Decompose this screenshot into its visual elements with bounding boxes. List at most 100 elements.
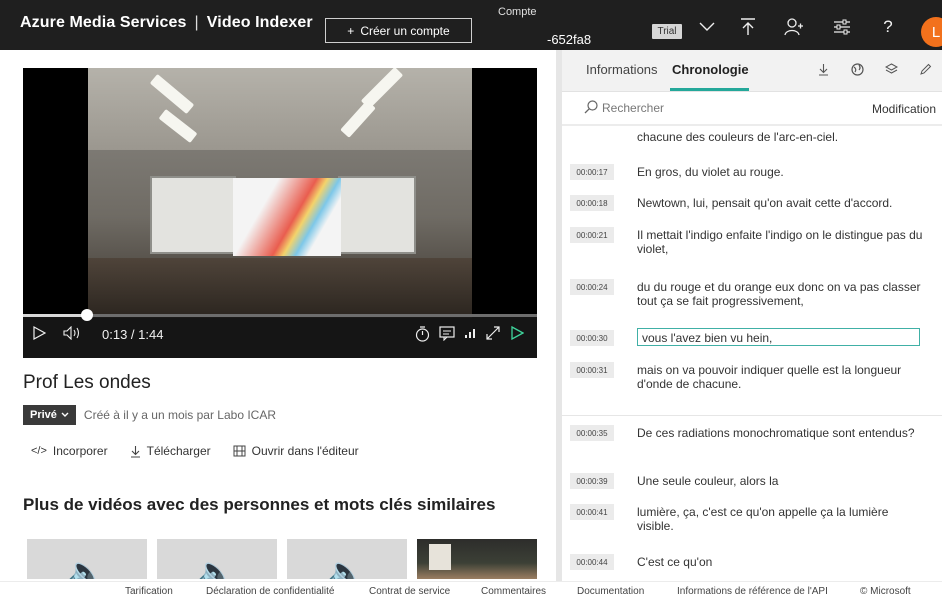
related-heading: Plus de vidéos avec des personnes et mot… (23, 495, 496, 514)
transcript-search-input[interactable] (602, 97, 762, 119)
download-label: Télécharger (146, 444, 211, 458)
footer-copyright: © Microsoft (860, 586, 911, 597)
embed-button[interactable]: </> Incorporer (31, 444, 108, 458)
audio-icon: 🔈 (327, 556, 365, 579)
footer: Tarification Déclaration de confidential… (0, 581, 942, 601)
search-icon (584, 100, 598, 117)
embed-label: Incorporer (52, 444, 108, 458)
transcript-text[interactable]: Une seule couleur, alors la (637, 474, 927, 488)
transcript-list: chacune des couleurs de l'arc-en-ciel. 0… (562, 124, 942, 581)
footer-link-terms[interactable]: Contrat de service (369, 586, 450, 597)
account-id: -652fa8 (547, 32, 592, 47)
transcript-text[interactable]: De ces radiations monochromatique sont e… (637, 426, 927, 440)
transcript-timestamp[interactable]: 00:00:41 (570, 504, 614, 520)
user-add-icon[interactable] (779, 12, 809, 42)
transcript-text[interactable]: chacune des couleurs de l'arc-en-ciel. (637, 130, 927, 144)
transcript-timestamp[interactable]: 00:00:31 (570, 362, 614, 378)
transcript-text[interactable]: Il mettait l'indigo enfaite l'indigo on … (637, 228, 927, 256)
quality-icon[interactable] (464, 326, 478, 342)
footer-link-docs[interactable]: Documentation (577, 586, 644, 597)
film-icon (233, 445, 246, 457)
progress-fill (23, 314, 88, 317)
code-icon: </> (31, 445, 47, 457)
plus-icon: + (347, 23, 355, 38)
panel-tabs: Informations Chronologie (562, 50, 942, 92)
footer-link-api-reference[interactable]: Informations de référence de l'API (677, 586, 828, 597)
video-meta: Créé à il y a un mois par Labo ICAR (83, 408, 277, 422)
chevron-down-icon[interactable] (692, 12, 722, 42)
related-video-thumbnail[interactable] (417, 539, 537, 579)
settings-sliders-icon[interactable] (827, 12, 857, 42)
transcript-text[interactable]: du du rouge et du orange eux donc on va … (637, 280, 927, 308)
next-play-icon[interactable] (511, 325, 525, 343)
transcript-timestamp[interactable]: 00:00:24 (570, 279, 614, 295)
transcript-text[interactable]: C'est ce qu'on (637, 555, 927, 569)
product-name: Video Indexer (206, 14, 313, 31)
transcript-timestamp[interactable]: 00:00:17 (570, 164, 614, 180)
transcript-timestamp[interactable]: 00:00:30 (570, 330, 614, 346)
related-video-thumbnail[interactable]: 🔈 (287, 539, 407, 579)
brand-separator: | (194, 14, 199, 31)
video-title: Prof Les ondes (23, 372, 151, 393)
transcript-text[interactable]: Newtown, lui, pensait qu'on avait cette … (637, 196, 927, 210)
transcript-timestamp[interactable]: 00:00:39 (570, 473, 614, 489)
transcript-timestamp[interactable]: 00:00:35 (570, 425, 614, 441)
transcript-text[interactable]: lumière, ça, c'est ce qu'on appelle ça l… (637, 505, 927, 533)
time-display: 0:13 / 1:44 (102, 327, 164, 342)
brand-name: Azure Media Services (20, 14, 187, 31)
transcript-timestamp[interactable]: 00:00:44 (570, 554, 614, 570)
fullscreen-icon[interactable] (486, 326, 500, 343)
audio-icon: 🔈 (67, 556, 105, 579)
help-icon[interactable]: ? (873, 12, 903, 42)
account-selector[interactable]: Compte -652fa8 (490, 6, 640, 50)
download-icon[interactable] (812, 58, 834, 80)
transcript-text[interactable]: mais on va pouvoir indiquer quelle est l… (637, 363, 927, 391)
transcript-timestamp[interactable]: 00:00:18 (570, 195, 614, 211)
privacy-dropdown[interactable]: Privé (23, 405, 76, 425)
play-icon[interactable] (33, 325, 47, 343)
download-icon (130, 445, 140, 458)
transcript-text[interactable]: En gros, du violet au rouge. (637, 165, 927, 179)
related-video-thumbnail[interactable]: 🔈 (157, 539, 277, 579)
player-controls: 0:13 / 1:44 (23, 309, 537, 358)
audio-icon: 🔈 (197, 556, 235, 579)
privacy-label: Privé (30, 409, 57, 421)
insights-panel: Informations Chronologie Modification ch… (562, 50, 942, 581)
upload-icon[interactable] (733, 12, 763, 42)
brand[interactable]: Azure Media Services | Video Indexer (20, 14, 313, 32)
edit-mode-label[interactable]: Modification (872, 102, 936, 116)
speed-timer-icon[interactable] (415, 326, 430, 345)
open-editor-button[interactable]: Ouvrir dans l'éditeur (233, 444, 359, 458)
account-label: Compte (498, 6, 537, 18)
captions-icon[interactable] (439, 326, 455, 344)
globe-icon[interactable] (846, 58, 868, 80)
transcript-edit-field[interactable]: vous l'avez bien vu hein, (637, 328, 920, 346)
footer-link-feedback[interactable]: Commentaires (481, 586, 546, 597)
progress-handle[interactable] (81, 309, 94, 321)
active-tab-indicator (670, 88, 749, 91)
download-button[interactable]: Télécharger (130, 444, 211, 458)
time-total: 1:44 (138, 327, 164, 342)
tab-chronologie[interactable]: Chronologie (672, 62, 749, 77)
time-current: 0:13 (102, 327, 128, 342)
video-frame (88, 68, 472, 318)
edit-pencil-icon[interactable] (914, 58, 936, 80)
create-account-button[interactable]: + Créer un compte (325, 18, 472, 43)
transcript-timestamp[interactable]: 00:00:21 (570, 227, 614, 243)
footer-link-pricing[interactable]: Tarification (125, 586, 173, 597)
tab-informations[interactable]: Informations (586, 62, 658, 77)
chevron-down-icon (61, 412, 69, 417)
create-account-label: Créer un compte (360, 23, 450, 38)
video-player[interactable]: 0:13 / 1:44 (23, 68, 537, 358)
top-bar: Azure Media Services | Video Indexer + Cré… (0, 0, 942, 50)
transcript-search-row: Modification (562, 94, 942, 124)
related-videos: 🔈 🔈 🔈 (27, 539, 537, 579)
avatar[interactable]: L (921, 17, 942, 47)
volume-icon[interactable] (63, 325, 83, 343)
related-video-thumbnail[interactable]: 🔈 (27, 539, 147, 579)
footer-link-privacy[interactable]: Déclaration de confidentialité (206, 586, 334, 597)
trial-badge: Trial (652, 24, 682, 39)
progress-bar[interactable] (23, 309, 537, 321)
layers-icon[interactable] (880, 58, 902, 80)
open-editor-label: Ouvrir dans l'éditeur (251, 444, 359, 458)
